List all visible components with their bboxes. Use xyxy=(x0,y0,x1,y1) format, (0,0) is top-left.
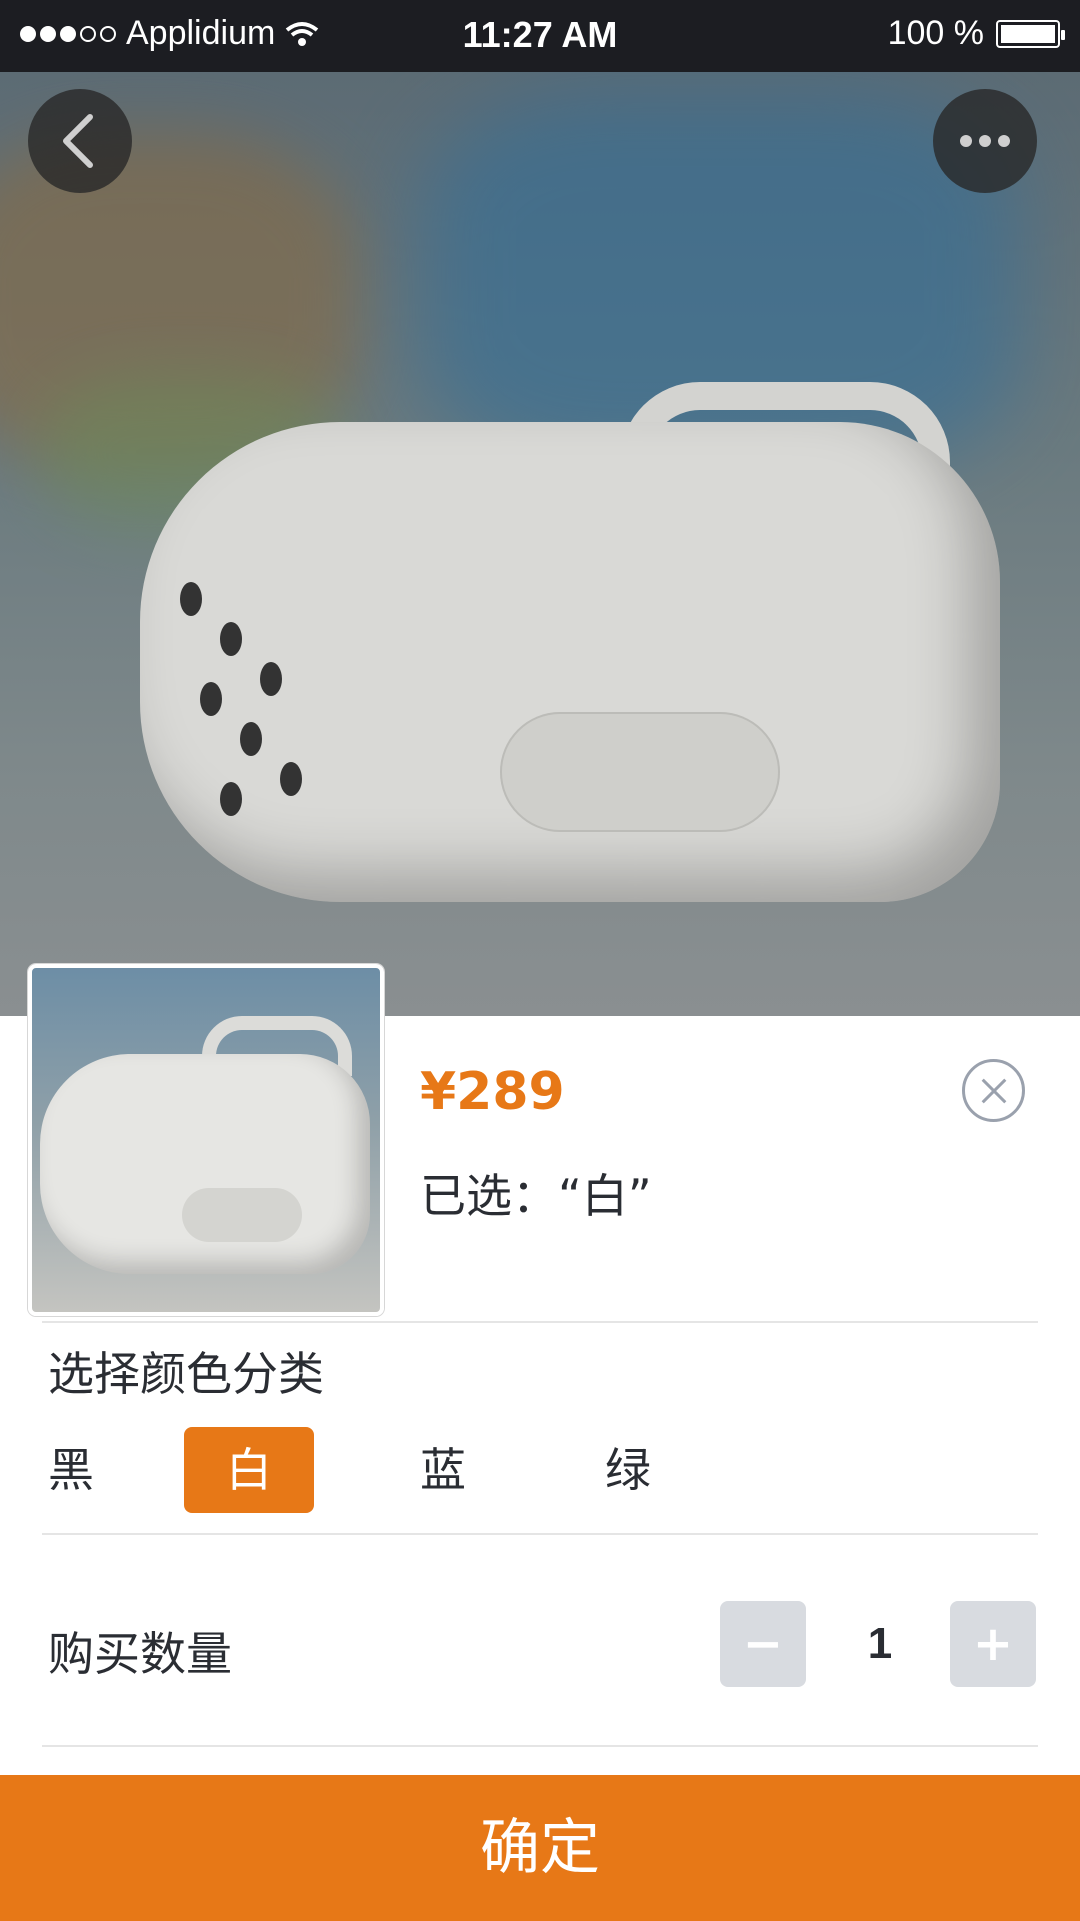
color-option-blue[interactable]: 蓝 xyxy=(420,1427,480,1513)
color-section-title: 选择颜色分类 xyxy=(48,1347,324,1401)
battery-percent: 100 % xyxy=(887,14,984,52)
quantity-decrease-button[interactable]: − xyxy=(720,1601,806,1687)
back-button[interactable] xyxy=(28,89,132,193)
divider xyxy=(42,1533,1038,1535)
battery-status: 100 % xyxy=(887,14,1065,53)
color-option-black[interactable]: 黑 xyxy=(48,1427,108,1513)
product-photo xyxy=(140,382,1020,942)
divider xyxy=(42,1321,1038,1323)
close-icon[interactable] xyxy=(962,1059,1025,1122)
product-price: ¥289 xyxy=(420,1062,565,1122)
more-horizontal-icon xyxy=(960,135,1010,147)
chevron-left-icon xyxy=(63,114,93,168)
quantity-section-title: 购买数量 xyxy=(48,1627,232,1681)
color-option-green[interactable]: 绿 xyxy=(605,1427,665,1513)
selected-variant: 已选：“白” xyxy=(420,1169,652,1223)
color-option-white[interactable]: 白 xyxy=(184,1427,314,1513)
battery-icon xyxy=(996,19,1065,48)
product-thumbnail xyxy=(28,964,384,1316)
confirm-button[interactable]: 确定 xyxy=(0,1775,1080,1921)
quantity-value[interactable]: 1 xyxy=(840,1601,920,1687)
product-hero-image xyxy=(0,72,1080,1016)
divider xyxy=(42,1745,1038,1747)
status-bar: Applidium 11:27 AM 100 % xyxy=(0,0,1080,72)
quantity-increase-button[interactable]: + xyxy=(950,1601,1036,1687)
more-button[interactable] xyxy=(933,89,1037,193)
